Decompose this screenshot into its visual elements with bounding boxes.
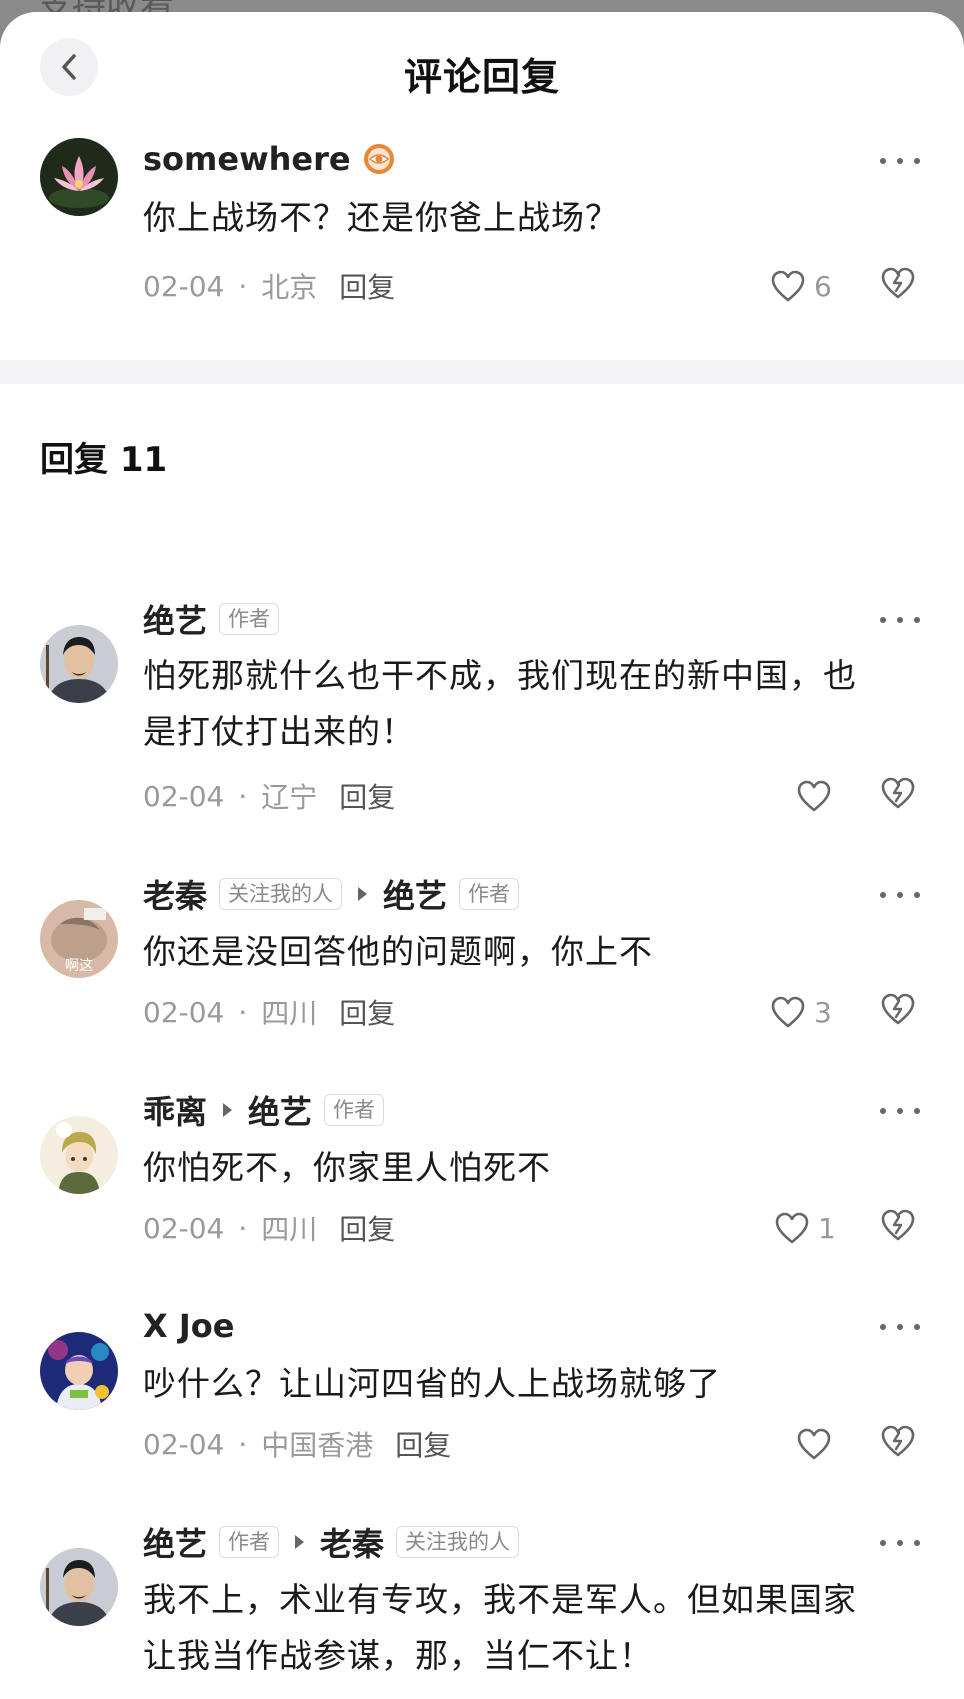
- author-tag: 作者: [219, 1526, 280, 1558]
- broken-heart-icon: [881, 1209, 915, 1241]
- more-dots-icon: [880, 1108, 886, 1114]
- eye-badge-icon: [363, 144, 394, 174]
- author-tag: 作者: [324, 1094, 385, 1126]
- dislike-button[interactable]: [880, 1424, 920, 1464]
- reply-location: 中国香港: [261, 1429, 374, 1462]
- reply-date: 02-04: [143, 1211, 225, 1245]
- reply-text-line: 是打仗打出来的！: [143, 712, 415, 751]
- more-options-button[interactable]: [880, 1528, 920, 1558]
- section-divider: [0, 360, 964, 384]
- page-title: 评论回复: [403, 55, 560, 99]
- avatar[interactable]: 啊这: [40, 900, 118, 978]
- reply-text: 怕死那就什么也干不成，我们现在的新中国，也 是打仗打出来的！: [143, 648, 923, 760]
- replies-count-title: 回复 11: [40, 440, 168, 480]
- anime-boy-avatar-image: [40, 1116, 118, 1194]
- space-hero-avatar-image: [40, 1332, 118, 1410]
- reply-button[interactable]: 回复: [395, 1424, 451, 1464]
- reply-to-arrow-icon: [223, 1103, 233, 1117]
- avatar[interactable]: [40, 1332, 118, 1410]
- more-options-button[interactable]: [880, 1096, 920, 1126]
- more-dots-icon: [880, 1324, 886, 1330]
- reply-text-line: 怕死那就什么也干不成，我们现在的新中国，也: [143, 656, 857, 695]
- reply-target-username[interactable]: 绝艺: [383, 871, 447, 917]
- stone-avatar-image: 啊这: [40, 900, 118, 978]
- comment-reply-sheet: 评论回复 somewhere 你上战场不？还是你爸上战场？ 02-04 · 北京…: [0, 12, 964, 1699]
- dislike-button[interactable]: [880, 776, 920, 816]
- more-dots-icon: [880, 158, 886, 164]
- follower-tag: 关注我的人: [219, 878, 343, 910]
- author-tag: 作者: [459, 878, 520, 910]
- dislike-button[interactable]: [880, 266, 920, 306]
- follower-tag: 关注我的人: [396, 1526, 520, 1558]
- more-options-button[interactable]: [880, 605, 920, 635]
- reply-location: 四川: [261, 997, 318, 1030]
- broken-heart-icon: [881, 1425, 915, 1457]
- heart-icon: [775, 1212, 809, 1244]
- man-avatar-image: [40, 1548, 118, 1626]
- more-options-button[interactable]: [880, 880, 920, 910]
- reply-date: 02-04: [143, 1427, 225, 1461]
- reply-button[interactable]: 回复: [339, 992, 395, 1032]
- author-tag: 作者: [219, 603, 280, 635]
- dislike-button[interactable]: [880, 1208, 920, 1248]
- reply-to-arrow-icon: [358, 887, 368, 901]
- broken-heart-icon: [881, 267, 915, 299]
- reply-location: 四川: [261, 1213, 318, 1246]
- like-button[interactable]: [796, 776, 832, 816]
- reply-button[interactable]: 回复: [339, 1208, 395, 1248]
- username[interactable]: 老秦: [143, 871, 207, 917]
- reply-location: 辽宁: [261, 781, 318, 814]
- like-button[interactable]: 3: [770, 992, 832, 1032]
- dislike-button[interactable]: [880, 992, 920, 1032]
- reply-text: 吵什么？让山河四省的人上战场就够了: [143, 1364, 721, 1403]
- broken-heart-icon: [881, 993, 915, 1025]
- reply-button[interactable]: 回复: [339, 776, 395, 816]
- more-dots-icon: [880, 892, 886, 898]
- reply-to-arrow-icon: [295, 1535, 305, 1549]
- heart-icon: [797, 780, 831, 812]
- heart-icon: [771, 996, 805, 1028]
- username[interactable]: 乖离: [143, 1087, 207, 1133]
- username[interactable]: X Joe: [143, 1307, 234, 1345]
- comment-text: 你上战场不？还是你爸上战场？: [143, 198, 619, 237]
- comment-meta: 02-04 · 北京 回复: [143, 266, 395, 306]
- reply-date: 02-04: [143, 995, 225, 1029]
- username[interactable]: somewhere: [143, 140, 351, 178]
- like-button[interactable]: [796, 1424, 832, 1464]
- like-count: 3: [814, 995, 832, 1029]
- reply-text: 你怕死不，你家里人怕死不: [143, 1148, 551, 1187]
- comment-header: somewhere: [143, 137, 395, 181]
- broken-heart-icon: [881, 777, 915, 809]
- reply-target-username[interactable]: 绝艺: [248, 1087, 312, 1133]
- heart-icon: [771, 270, 805, 302]
- avatar[interactable]: [40, 625, 118, 703]
- comment-location: 北京: [261, 271, 318, 304]
- username[interactable]: 绝艺: [143, 1519, 207, 1565]
- more-options-button[interactable]: [880, 146, 920, 176]
- reply-target-username[interactable]: 老秦: [320, 1519, 384, 1565]
- reply-button[interactable]: 回复: [339, 266, 395, 306]
- more-dots-icon: [880, 617, 886, 623]
- reply-date: 02-04: [143, 779, 225, 813]
- lotus-avatar-image: [40, 138, 118, 216]
- reply-text-line: 让我当作战参谋，那，当仁不让！: [143, 1636, 653, 1675]
- sheet-header: 评论回复: [0, 12, 964, 120]
- man-avatar-image: [40, 625, 118, 703]
- reply-text: 你还是没回答他的问题啊，你上不: [143, 932, 653, 971]
- comment-date: 02-04: [143, 269, 225, 303]
- like-button[interactable]: 1: [774, 1208, 836, 1248]
- avatar-caption: 啊这: [65, 957, 93, 974]
- avatar[interactable]: [40, 138, 118, 216]
- like-count: 6: [814, 269, 832, 303]
- avatar[interactable]: [40, 1116, 118, 1194]
- more-options-button[interactable]: [880, 1312, 920, 1342]
- more-dots-icon: [880, 1540, 886, 1546]
- heart-icon: [797, 1428, 831, 1460]
- reply-text: 我不上，术业有专攻，我不是军人。但如果国家 让我当作战参谋，那，当仁不让！: [143, 1572, 923, 1684]
- like-count: 1: [818, 1211, 836, 1245]
- avatar[interactable]: [40, 1548, 118, 1626]
- username[interactable]: 绝艺: [143, 596, 207, 642]
- reply-text-line: 我不上，术业有专攻，我不是军人。但如果国家: [143, 1580, 857, 1619]
- like-button[interactable]: 6: [770, 266, 832, 306]
